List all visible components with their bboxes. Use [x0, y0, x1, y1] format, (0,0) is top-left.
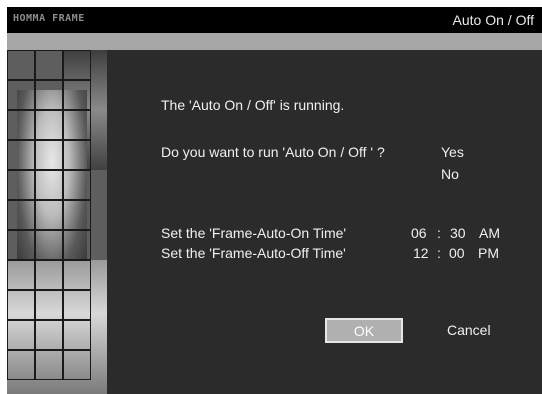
off-time-minute[interactable]: 00: [449, 245, 465, 261]
header-strip: [7, 33, 542, 50]
brand-logo: HOMMA FRAME: [13, 13, 85, 24]
on-time-hour[interactable]: 06: [411, 225, 427, 241]
cancel-button[interactable]: Cancel: [447, 322, 491, 338]
run-question: Do you want to run 'Auto On / Off ' ?: [161, 144, 385, 160]
off-time-label: Set the 'Frame-Auto-Off Time': [161, 245, 346, 261]
option-no[interactable]: No: [441, 166, 459, 182]
dialog-content: The 'Auto On / Off' is running. Do you w…: [107, 50, 542, 394]
side-photo: [7, 50, 107, 394]
on-time-period[interactable]: AM: [479, 225, 500, 241]
on-time-label: Set the 'Frame-Auto-On Time': [161, 225, 347, 241]
option-yes[interactable]: Yes: [441, 144, 464, 160]
off-time-period[interactable]: PM: [478, 245, 499, 261]
on-time-minute[interactable]: 30: [450, 225, 466, 241]
on-time-separator: :: [437, 225, 441, 241]
title-bar: HOMMA FRAME Auto On / Off: [7, 7, 542, 33]
off-time-separator: :: [437, 245, 441, 261]
status-message: The 'Auto On / Off' is running.: [161, 97, 345, 113]
ok-button[interactable]: OK: [325, 318, 403, 343]
frame-screen: HOMMA FRAME Auto On / Off The 'Auto On /…: [7, 7, 542, 394]
window-title: Auto On / Off: [452, 12, 534, 28]
off-time-hour[interactable]: 12: [413, 245, 429, 261]
